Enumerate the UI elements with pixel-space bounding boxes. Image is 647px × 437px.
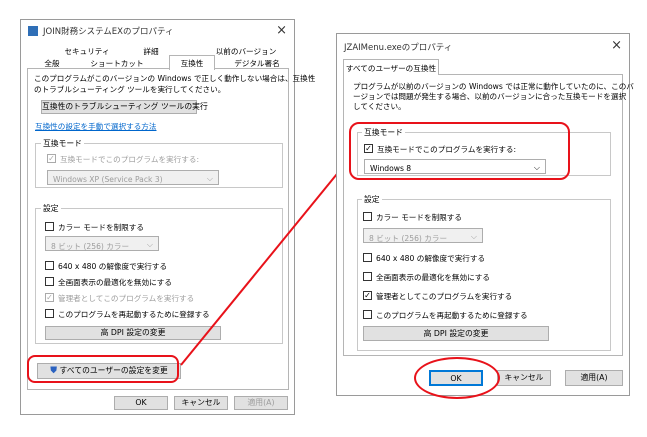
left-intro-line-1: このプログラムがこのバージョンの Windows で正しく動作しない場合は、互換… (34, 74, 316, 83)
left-cancel-button[interactable]: キャンセル (174, 396, 228, 410)
right-properties-dialog: JZAIMenu.exeのプロパティ × すべてのユーザーの互換性 プログラムが… (336, 33, 634, 396)
left-dpi-button[interactable]: 高 DPI 設定の変更 (45, 326, 221, 340)
tab-security[interactable]: セキュリティ (57, 46, 117, 57)
left-compat-select-value: Windows XP (Service Pack 3) (53, 175, 163, 184)
right-fullscreen-opt-checkbox[interactable] (363, 272, 372, 281)
right-intro-line-3: してください。 (353, 102, 406, 111)
left-compat-checkbox-label: 互換モードでこのプログラムを実行する: (60, 155, 200, 164)
left-fullscreen-opt-label: 全画面表示の最適化を無効にする (58, 278, 172, 287)
tab-all-users-compat[interactable]: すべてのユーザーの互換性 (343, 59, 439, 75)
right-640x480-checkbox[interactable] (363, 253, 372, 262)
left-compat-group-label: 互換モード (41, 138, 84, 149)
chevron-down-icon: ⌵ (146, 240, 153, 249)
right-restart-register-label: このプログラムを再起動するために登録する (376, 311, 528, 320)
left-window-title: JOIN財務システムEXのプロパティ (43, 27, 174, 37)
left-ok-button[interactable]: OK (114, 396, 168, 410)
left-admin-checkbox[interactable]: ✓ (45, 293, 54, 302)
right-title-bar: JZAIMenu.exeのプロパティ × (337, 34, 629, 56)
highlight-ok-button (414, 357, 500, 399)
chevron-down-icon: ⌵ (470, 232, 477, 241)
left-compat-select[interactable]: Windows XP (Service Pack 3) ⌵ (47, 170, 219, 185)
right-color-select[interactable]: 8 ビット (256) カラー ⌵ (363, 228, 483, 243)
left-intro-line-2: のトラブルシューティング ツールを実行してください。 (34, 85, 226, 94)
right-settings-group-label: 設定 (362, 194, 382, 205)
left-restart-register-checkbox[interactable] (45, 309, 54, 318)
highlight-compat-mode (349, 122, 570, 180)
right-640x480-label: 640 x 480 の解像度で実行する (376, 254, 486, 263)
troubleshoot-button[interactable]: 互換性のトラブルシューティング ツールの実行 (41, 100, 208, 114)
left-close-icon[interactable]: × (276, 23, 287, 38)
right-admin-label: 管理者としてこのプログラムを実行する (376, 292, 513, 301)
tab-compatibility[interactable]: 互換性 (169, 55, 215, 70)
right-apply-button[interactable]: 適用(A) (565, 370, 623, 386)
right-restart-register-checkbox[interactable] (363, 310, 372, 319)
left-apply-button[interactable]: 適用(A) (234, 396, 288, 410)
right-color-mode-checkbox[interactable] (363, 212, 372, 221)
tab-compatibility-label: 互換性 (180, 59, 204, 68)
right-dpi-button[interactable]: 高 DPI 設定の変更 (363, 326, 549, 341)
tab-details[interactable]: 詳細 (131, 46, 171, 57)
left-color-mode-checkbox[interactable] (45, 222, 54, 231)
left-color-select-value: 8 ビット (256) カラー (51, 242, 130, 251)
highlight-all-users-button (27, 355, 179, 383)
left-fullscreen-opt-checkbox[interactable] (45, 277, 54, 286)
left-640x480-checkbox[interactable] (45, 261, 54, 270)
left-settings-group-label: 設定 (41, 203, 61, 214)
right-color-select-value: 8 ビット (256) カラー (369, 234, 448, 243)
left-title-bar: JOIN財務システムEXのプロパティ × (21, 20, 294, 42)
left-compat-checkbox[interactable]: ✓ (47, 154, 56, 163)
right-window-title: JZAIMenu.exeのプロパティ (344, 43, 453, 53)
left-color-select[interactable]: 8 ビット (256) カラー ⌵ (45, 236, 159, 251)
tab-previous-versions[interactable]: 以前のバージョン (206, 46, 286, 57)
right-admin-checkbox[interactable]: ✓ (363, 291, 372, 300)
chevron-down-icon: ⌵ (206, 174, 213, 183)
left-admin-label: 管理者としてこのプログラムを実行する (58, 294, 195, 303)
right-fullscreen-opt-label: 全画面表示の最適化を無効にする (376, 273, 490, 282)
right-color-mode-label: カラー モードを制限する (376, 213, 462, 222)
manual-settings-link[interactable]: 互換性の設定を手動で選択する方法 (35, 121, 157, 132)
left-640x480-label: 640 x 480 の解像度で実行する (58, 262, 168, 271)
left-restart-register-label: このプログラムを再起動するために登録する (58, 310, 210, 319)
tab-all-users-compat-label: すべてのユーザーの互換性 (345, 64, 437, 73)
right-cancel-button[interactable]: キャンセル (497, 370, 551, 386)
right-close-icon[interactable]: × (611, 38, 622, 53)
app-icon (28, 26, 38, 36)
left-color-mode-label: カラー モードを制限する (58, 223, 144, 232)
